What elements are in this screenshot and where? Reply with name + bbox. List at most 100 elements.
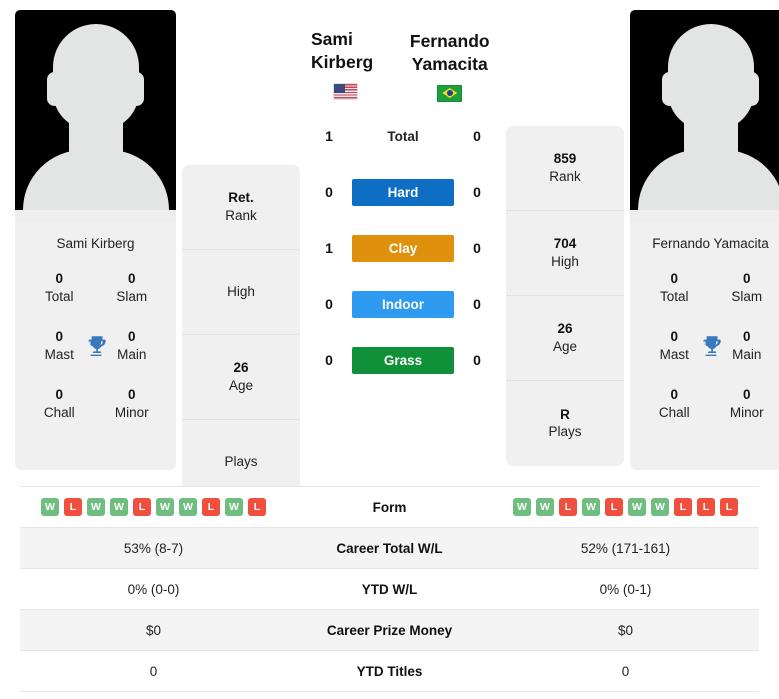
form-badge-l: L xyxy=(674,498,692,516)
left-titles-total: 0 Total xyxy=(23,270,96,306)
left-career-prize-money: $0 xyxy=(145,622,162,638)
form-badge-l: L xyxy=(697,498,715,516)
right-career-total-wl: 52% (171-161) xyxy=(580,540,671,556)
trophy-icon xyxy=(702,336,721,356)
right-titles-total-label: Total xyxy=(659,289,689,305)
table-row: 0% (0-0) YTD W/L 0% (0-1) xyxy=(20,569,759,610)
left-titles-chall-label: Chall xyxy=(43,404,75,420)
right-titles-chall-label: Chall xyxy=(658,404,690,420)
left-info-card: Ret. Rank High 26 Age Plays xyxy=(182,165,300,505)
br-flag-icon xyxy=(437,84,463,102)
right-player-heading: Fernando Yamacita xyxy=(404,10,501,102)
form-badge-w: W xyxy=(225,498,243,516)
left-titles-minor-label: Minor xyxy=(114,404,149,420)
h2h-row-indoor: 0 Indoor 0 xyxy=(306,276,500,332)
row-label-ytd-titles: YTD Titles xyxy=(356,663,423,679)
right-titles-grid: 0 Total 0 Slam 0 Mast 0 Main 0 Chall 0 M… xyxy=(638,270,779,421)
player-names-row: Sami Kirberg Fernando Yamacita xyxy=(306,10,500,108)
h2h-indoor-left-score: 0 xyxy=(325,296,333,312)
table-row: WLWWLWWLWL Form WWLWLWWLLL xyxy=(20,487,759,528)
h2h-total-label: Total xyxy=(387,128,419,144)
form-badge-w: W xyxy=(582,498,600,516)
left-form-strip: WLWWLWWLWL xyxy=(20,498,287,516)
h2h-grass-left-score: 0 xyxy=(325,352,333,368)
table-row: 53% (8-7) Career Total W/L 52% (171-161) xyxy=(20,528,759,569)
right-career-prize-money: $0 xyxy=(617,622,634,638)
form-badge-l: L xyxy=(720,498,738,516)
left-player-heading: Sami Kirberg xyxy=(306,10,404,100)
flag-canton xyxy=(334,83,345,93)
right-player-column: Fernando Yamacita 0 Total 0 Slam 0 Mast xyxy=(630,10,779,470)
right-player-name: Fernando Yamacita xyxy=(409,31,490,75)
right-titles-minor-value: 0 xyxy=(742,386,751,402)
right-info-plays: R Plays xyxy=(506,381,624,466)
form-badge-l: L xyxy=(605,498,623,516)
right-info-plays-label: Plays xyxy=(548,424,582,440)
right-player-avatar xyxy=(630,10,779,222)
right-info-high: 704 High xyxy=(506,211,624,296)
form-badge-w: W xyxy=(41,498,59,516)
right-ytd-titles: 0 xyxy=(621,663,630,679)
left-info-rank-label: Rank xyxy=(225,207,257,223)
h2h-hard-left-score: 0 xyxy=(325,184,333,200)
comparison-table: WLWWLWWLWL Form WWLWLWWLLL 53% (8-7) Car… xyxy=(20,486,759,692)
flag-globe xyxy=(446,90,453,97)
row-label-career-total-wl: Career Total W/L xyxy=(336,540,443,556)
form-badge-w: W xyxy=(651,498,669,516)
h2h-row-clay: 1 Clay 0 xyxy=(306,220,500,276)
form-badge-l: L xyxy=(133,498,151,516)
h2h-total-right-score: 0 xyxy=(473,128,481,144)
h2h-row-grass: 0 Grass 0 xyxy=(306,332,500,388)
surface-badge-hard[interactable]: Hard xyxy=(352,178,454,206)
left-player-column: Sami Kirberg 0 Total 0 Slam 0 Mast 0 Mai… xyxy=(15,10,176,470)
form-badge-w: W xyxy=(87,498,105,516)
right-form-strip: WWLWLWWLLL xyxy=(492,498,759,516)
right-info-rank: 859 Rank xyxy=(506,126,624,211)
right-titles-total-value: 0 xyxy=(670,271,678,287)
head-to-head-column: Sami Kirberg Fernando Yamacita 1 Total 0… xyxy=(306,10,500,388)
row-label-form: Form xyxy=(372,499,407,515)
avatar-base-shape xyxy=(15,210,176,222)
right-titles-slam-label: Slam xyxy=(731,289,763,305)
surface-badge-clay[interactable]: Clay xyxy=(352,234,454,262)
left-card-player-name: Sami Kirberg xyxy=(56,236,135,251)
left-titles-slam-label: Slam xyxy=(116,289,148,305)
surface-badge-indoor[interactable]: Indoor xyxy=(352,290,454,318)
h2h-grass-right-score: 0 xyxy=(473,352,481,368)
right-titles-chall-value: 0 xyxy=(670,386,678,402)
left-info-rank-value: Ret. xyxy=(228,190,254,206)
left-titles-minor: 0 Minor xyxy=(96,386,169,422)
left-career-total-wl: 53% (8-7) xyxy=(123,540,184,556)
right-info-age-label: Age xyxy=(552,338,578,354)
left-info-plays-label: Plays xyxy=(224,454,258,470)
right-info-card-column: 859 Rank 704 High 26 Age R Plays xyxy=(506,10,624,466)
right-info-age-value: 26 xyxy=(557,321,573,337)
table-row: $0 Career Prize Money $0 xyxy=(20,610,759,651)
row-label-ytd-wl: YTD W/L xyxy=(361,581,418,597)
left-titles-total-value: 0 xyxy=(55,271,63,287)
right-info-plays-value: R xyxy=(560,406,570,422)
h2h-row-total: 1 Total 0 xyxy=(306,108,500,164)
h2h-hard-right-score: 0 xyxy=(473,184,481,200)
avatar-ear-right-shape xyxy=(744,72,759,106)
form-badge-w: W xyxy=(110,498,128,516)
right-info-high-value: 704 xyxy=(553,236,577,252)
left-titles-slam-value: 0 xyxy=(127,271,136,287)
right-form-cell: WWLWLWWLLL xyxy=(492,498,759,516)
form-badge-l: L xyxy=(202,498,220,516)
right-info-age: 26 Age xyxy=(506,296,624,381)
form-badge-l: L xyxy=(64,498,82,516)
h2h-row-hard: 0 Hard 0 xyxy=(306,164,500,220)
h2h-total-left-score: 1 xyxy=(325,128,333,144)
right-titles-minor: 0 Minor xyxy=(711,386,779,422)
surface-badge-grass[interactable]: Grass xyxy=(352,346,454,374)
right-titles-slam-value: 0 xyxy=(742,271,751,287)
h2h-clay-left-score: 1 xyxy=(325,240,333,256)
left-titles-chall: 0 Chall xyxy=(23,386,96,422)
left-player-titles-card: Sami Kirberg 0 Total 0 Slam 0 Mast 0 Mai… xyxy=(15,222,176,470)
left-info-age: 26 Age xyxy=(182,335,300,420)
right-titles-slam: 0 Slam xyxy=(711,270,779,306)
left-info-high: High xyxy=(182,250,300,335)
left-titles-slam: 0 Slam xyxy=(96,270,169,306)
right-card-player-name: Fernando Yamacita xyxy=(652,236,769,251)
